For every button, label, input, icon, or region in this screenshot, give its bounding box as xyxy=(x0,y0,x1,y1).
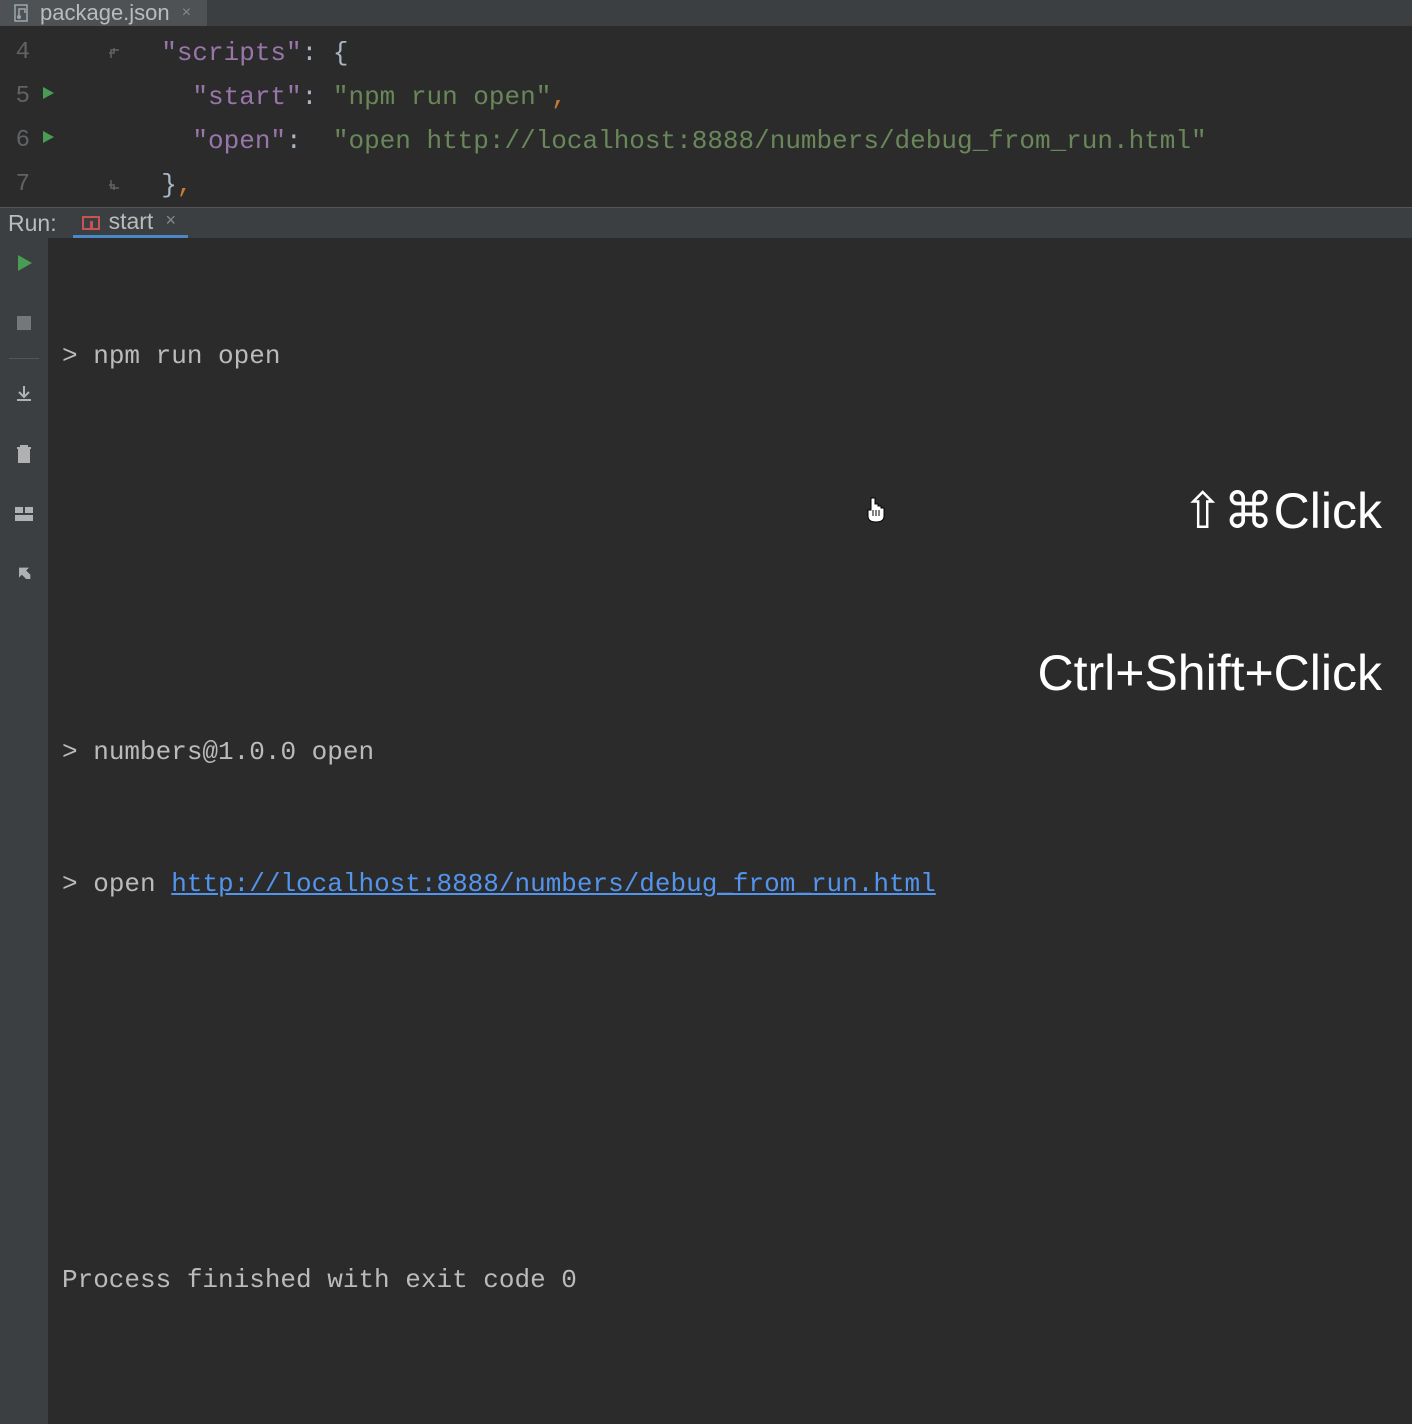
console-exit-message: Process finished with exit code 0 xyxy=(62,1258,1398,1302)
run-toolbar xyxy=(0,238,48,1424)
editor-tab-bar: package.json × xyxy=(0,0,1412,27)
run-script-icon[interactable] xyxy=(40,119,56,163)
run-panel-label: Run: xyxy=(8,210,57,237)
shortcut-mac: ⇧⌘Click xyxy=(1037,484,1382,538)
npm-config-icon xyxy=(81,212,101,232)
gutter-icons xyxy=(40,45,130,61)
download-button[interactable] xyxy=(9,379,39,409)
line-number: 5 xyxy=(0,75,40,119)
code-line[interactable]: "start": "npm run open", xyxy=(130,75,1412,119)
gutter-line: 6 xyxy=(0,119,130,163)
rerun-button[interactable] xyxy=(9,248,39,278)
gutter-line: 7 xyxy=(0,163,130,207)
gutter-icons xyxy=(40,119,130,163)
toolbar-separator xyxy=(9,358,39,359)
gutter-line: 5 xyxy=(0,75,130,119)
stop-button[interactable] xyxy=(9,308,39,338)
line-number: 4 xyxy=(0,31,40,75)
mouse-cursor-icon xyxy=(778,452,888,585)
code-line[interactable]: "scripts": { xyxy=(130,31,1412,75)
run-script-icon[interactable] xyxy=(40,75,56,119)
console-output[interactable]: > npm run open > numbers@1.0.0 open > op… xyxy=(48,238,1412,1424)
code-line[interactable]: }, xyxy=(130,163,1412,207)
console-open-cmd: open xyxy=(93,869,171,899)
run-panel-body: > npm run open > numbers@1.0.0 open > op… xyxy=(0,238,1412,1424)
close-tab-icon[interactable]: × xyxy=(178,4,196,22)
gutter-line: 4 xyxy=(0,31,130,75)
close-run-tab-icon[interactable]: × xyxy=(161,212,180,232)
line-number: 7 xyxy=(0,163,40,207)
console-url-link[interactable]: http://localhost:8888/numbers/debug_from… xyxy=(171,869,936,899)
tab-filename: package.json xyxy=(40,0,170,26)
editor-gutter: 4567 xyxy=(0,31,130,207)
fold-open-icon[interactable] xyxy=(106,45,122,61)
editor-tab-package-json[interactable]: package.json × xyxy=(0,0,207,26)
console-prompt: > xyxy=(62,869,93,899)
delete-button[interactable] xyxy=(9,439,39,469)
line-number: 6 xyxy=(0,119,40,163)
shortcut-win: Ctrl+Shift+Click xyxy=(1037,646,1382,700)
code-editor[interactable]: 4567 "scripts": { "start": "npm run open… xyxy=(0,27,1412,207)
run-tab-name: start xyxy=(109,208,154,235)
run-tab-start[interactable]: start × xyxy=(73,208,189,238)
layout-button[interactable] xyxy=(9,499,39,529)
console-prompt: > xyxy=(62,737,93,767)
json-file-icon xyxy=(12,3,32,23)
console-command: npm run open xyxy=(93,341,280,371)
code-content[interactable]: "scripts": { "start": "npm run open", "o… xyxy=(130,31,1412,207)
gutter-icons xyxy=(40,75,130,119)
console-prompt: > xyxy=(62,341,93,371)
code-line[interactable]: "open": "open http://localhost:8888/numb… xyxy=(130,119,1412,163)
console-text: numbers@1.0.0 open xyxy=(93,737,374,767)
fold-close-icon[interactable] xyxy=(106,177,122,193)
shortcut-hint-overlay: ⇧⌘Click Ctrl+Shift+Click xyxy=(1037,376,1382,808)
gutter-icons xyxy=(40,177,130,193)
run-panel-header: Run: start × xyxy=(0,207,1412,238)
pin-button[interactable] xyxy=(9,559,39,589)
